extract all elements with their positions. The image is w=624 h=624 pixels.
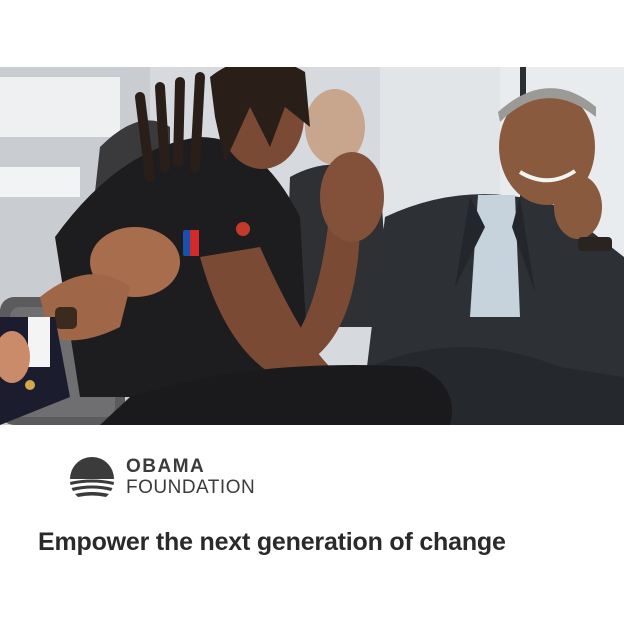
ad-headline[interactable]: Empower the next generation of change [38, 528, 598, 557]
ad-card[interactable]: OBAMA FOUNDATION Empower the next genera… [0, 0, 624, 624]
obama-foundation-logo[interactable]: OBAMA FOUNDATION [68, 452, 255, 502]
logo-brand-line2: FOUNDATION [126, 477, 256, 498]
event-photo-illustration [0, 67, 624, 425]
logo-wordmark: OBAMA FOUNDATION [126, 457, 255, 497]
logo-brand-line1: OBAMA [126, 456, 206, 477]
event-photo[interactable] [0, 67, 624, 425]
obama-foundation-sunrise-logo-icon [70, 457, 114, 497]
